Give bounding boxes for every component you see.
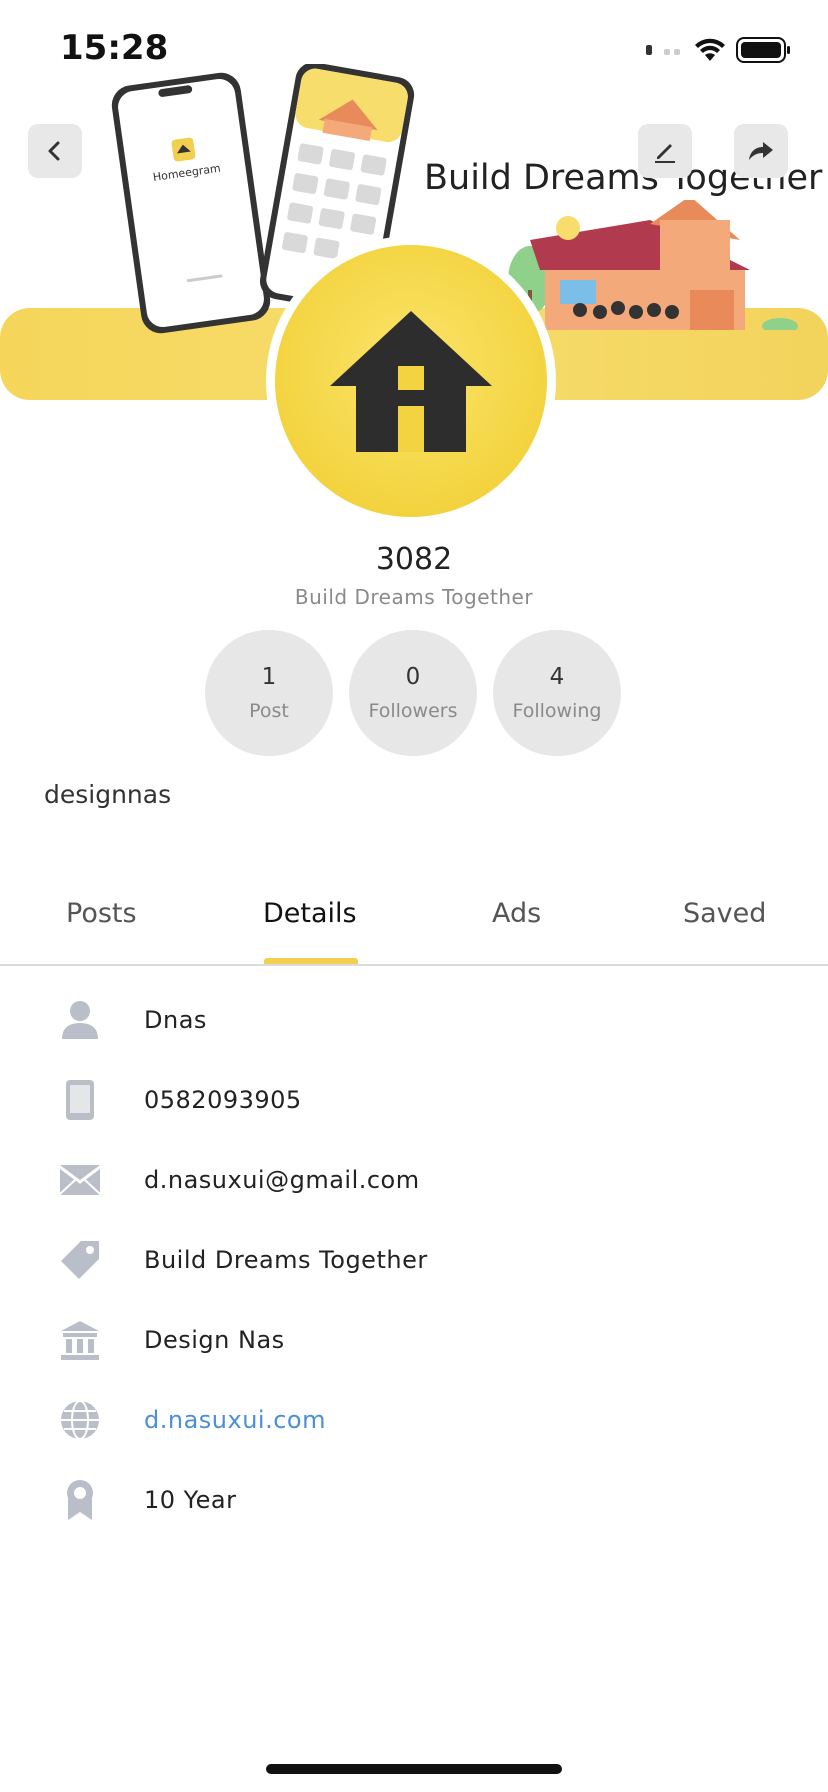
phone-icon	[58, 1078, 102, 1122]
profile-tabs: Posts Details Ads Saved	[0, 880, 828, 966]
following-stat[interactable]: 4 Following	[493, 630, 621, 756]
avatar[interactable]	[266, 236, 556, 526]
followers-stat[interactable]: 0 Followers	[349, 630, 477, 756]
tab-posts[interactable]: Posts	[66, 898, 137, 929]
email-icon	[58, 1158, 102, 1202]
detail-phone-value[interactable]: 0582093905	[144, 1086, 302, 1114]
detail-row-tagline: Build Dreams Together	[0, 1230, 828, 1290]
tag-icon	[58, 1238, 102, 1282]
bank-icon	[58, 1318, 102, 1362]
phone-mockup-image: Homeegram	[111, 72, 271, 334]
share-arrow-icon	[749, 142, 773, 160]
detail-row-email: d.nasuxui@gmail.com	[0, 1150, 828, 1210]
detail-row-company: Design Nas	[0, 1310, 828, 1370]
tab-ads[interactable]: Ads	[492, 898, 541, 929]
stat-value: 0	[405, 664, 421, 690]
detail-email-value[interactable]: d.nasuxui@gmail.com	[144, 1166, 420, 1194]
edit-button[interactable]	[638, 124, 692, 178]
detail-row-website: d.nasuxui.com	[0, 1390, 828, 1450]
detail-experience-value: 10 Year	[144, 1486, 237, 1514]
stat-label: Following	[512, 700, 602, 722]
globe-icon	[58, 1398, 102, 1442]
active-tab-indicator	[264, 958, 358, 964]
profile-name: 3082	[375, 542, 453, 577]
detail-tagline-value: Build Dreams Together	[144, 1246, 428, 1274]
stat-value: 1	[261, 664, 277, 690]
stat-value: 4	[549, 664, 565, 690]
profile-subtitle: Build Dreams Together	[294, 585, 534, 609]
back-button[interactable]	[28, 124, 82, 178]
detail-name-value: Dnas	[144, 1006, 207, 1034]
detail-row-phone: 0582093905	[0, 1070, 828, 1130]
pencil-icon	[655, 144, 675, 163]
posts-stat[interactable]: 1 Post	[205, 630, 333, 756]
tab-details[interactable]: Details	[263, 898, 357, 929]
detail-row-name: Dnas	[0, 990, 828, 1050]
signal-icon	[646, 45, 680, 55]
stat-label: Followers	[368, 700, 458, 722]
stats-row: 1 Post 0 Followers 4 Following	[205, 630, 621, 756]
avatar-logo-background	[275, 245, 547, 517]
username: designnas	[44, 780, 172, 809]
house-illustration	[508, 200, 798, 330]
stat-label: Post	[249, 700, 289, 722]
home-indicator[interactable]	[266, 1764, 562, 1774]
website-link[interactable]: d.nasuxui.com	[144, 1406, 326, 1434]
person-icon	[58, 998, 102, 1042]
share-button[interactable]	[734, 124, 788, 178]
award-icon	[58, 1478, 102, 1522]
house-logo-icon	[330, 311, 492, 452]
tab-saved[interactable]: Saved	[683, 898, 766, 929]
detail-company-value: Design Nas	[144, 1326, 285, 1354]
chevron-left-icon	[48, 141, 60, 161]
detail-row-experience: 10 Year	[0, 1470, 828, 1530]
